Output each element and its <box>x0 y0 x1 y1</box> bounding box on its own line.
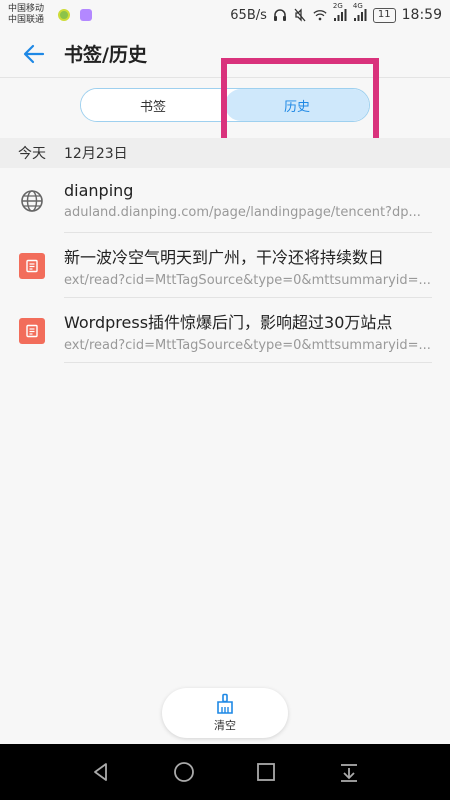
history-item-text: 新一波冷空气明天到广州，干冷还将持续数日 ext/read?cid=MttTag… <box>64 244 434 288</box>
signal-2g-icon: 2G <box>333 2 347 22</box>
history-item[interactable]: 新一波冷空气明天到广州，干冷还将持续数日 ext/read?cid=MttTag… <box>0 233 450 298</box>
date-section-header: 今天 12月23日 <box>0 138 450 168</box>
notification-app-icon <box>58 9 70 21</box>
history-item-url: ext/read?cid=MttTagSource&type=0&mttsumm… <box>64 337 431 353</box>
signal-4g-icon: 4G <box>353 2 367 22</box>
history-item-text: dianping aduland.dianping.com/page/landi… <box>64 181 434 220</box>
nav-notifications-button[interactable] <box>329 752 369 792</box>
history-item-title: 新一波冷空气明天到广州，干冷还将持续数日 <box>64 247 385 267</box>
section-date: 12月23日 <box>64 146 128 162</box>
headphones-icon <box>273 8 287 22</box>
carrier-info: 中国移动 中国联通 <box>8 4 54 26</box>
history-item[interactable]: Wordpress插件惊爆后门，影响超过30万站点 ext/read?cid=M… <box>0 298 450 363</box>
pull-down-icon <box>340 764 357 782</box>
square-recents-icon <box>257 763 276 781</box>
net-speed: 65B/s <box>230 7 267 23</box>
notification-app-icon-2 <box>80 9 92 21</box>
clear-label: 清空 <box>214 719 236 732</box>
page-title: 书签/历史 <box>64 44 147 66</box>
nav-back-button[interactable] <box>81 752 121 792</box>
back-arrow-icon <box>23 44 45 63</box>
battery-indicator: 11 <box>372 7 396 23</box>
back-button[interactable] <box>14 34 54 74</box>
circle-home-icon <box>173 762 194 782</box>
app-header: 书签/历史 <box>0 30 450 78</box>
wifi-icon <box>313 8 327 22</box>
globe-icon <box>19 188 45 214</box>
broom-icon <box>217 693 233 714</box>
nav-recents-button[interactable] <box>246 752 286 792</box>
tab-history[interactable]: 历史 <box>225 89 369 121</box>
history-item[interactable]: dianping aduland.dianping.com/page/landi… <box>0 168 450 233</box>
signal-4g-label: 4G <box>352 2 363 10</box>
carrier-2: 中国联通 <box>8 15 45 25</box>
nav-home-button[interactable] <box>164 752 204 792</box>
triangle-back-icon <box>94 763 108 781</box>
history-list: dianping aduland.dianping.com/page/landi… <box>0 168 450 363</box>
section-label: 今天 <box>18 146 46 162</box>
system-nav-bar <box>0 744 450 800</box>
mute-icon <box>293 8 307 22</box>
tab-bookmarks[interactable]: 书签 <box>81 89 225 121</box>
status-indicators: 65B/s 2G 4G 11 18:59 <box>230 2 442 23</box>
page-icon <box>19 252 45 279</box>
clear-history-button[interactable]: 清空 <box>162 688 288 738</box>
history-item-title: Wordpress插件惊爆后门，影响超过30万站点 <box>64 312 393 332</box>
bookmark-history-tabs: 书签 历史 <box>80 88 370 122</box>
signal-2g-label: 2G <box>332 2 343 10</box>
carrier-1: 中国移动 <box>8 4 45 14</box>
history-item-title: dianping <box>64 181 134 200</box>
history-item-url: aduland.dianping.com/page/landingpage/te… <box>64 205 421 220</box>
status-time: 18:59 <box>401 7 442 23</box>
history-item-text: Wordpress插件惊爆后门，影响超过30万站点 ext/read?cid=M… <box>64 309 434 353</box>
status-bar: 中国移动 中国联通 65B/s 2G 4G 11 18:59 <box>0 0 450 30</box>
history-item-url: ext/read?cid=MttTagSource&type=0&mttsumm… <box>64 272 431 288</box>
page-icon <box>19 317 45 344</box>
